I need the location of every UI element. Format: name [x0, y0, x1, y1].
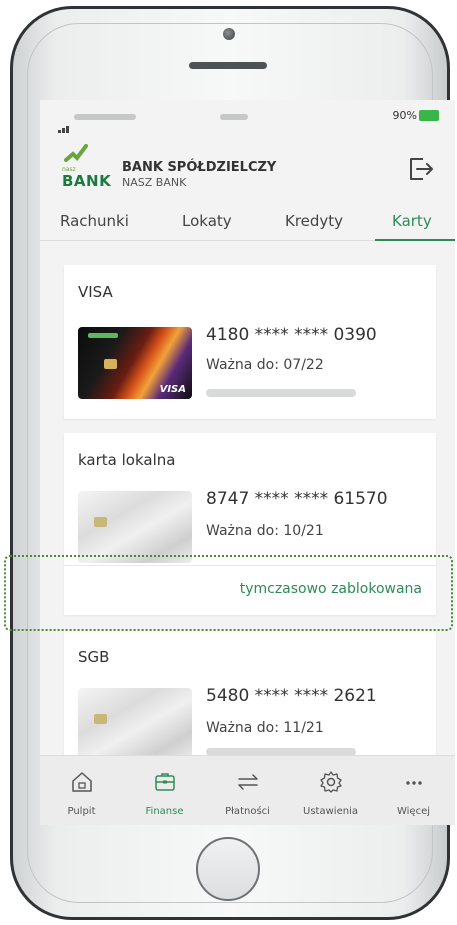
highlight-frame [4, 555, 453, 631]
chip-icon [104, 359, 117, 369]
card-expiry: Ważna do: 07/22 [206, 357, 324, 373]
home-icon [72, 772, 92, 792]
card-number: 4180 **** **** 0390 [206, 325, 377, 345]
bank-logo-icon [64, 144, 88, 162]
card-expiry: Ważna do: 10/21 [206, 523, 324, 539]
transfer-arrows-icon [238, 774, 258, 790]
bank-subtitle: NASZ BANK [122, 176, 187, 189]
nav-pulpit[interactable]: Pulpit [40, 756, 123, 825]
chip-icon [94, 714, 107, 724]
earpiece-speaker [189, 62, 267, 69]
tab-rachunki[interactable]: Rachunki [60, 212, 129, 230]
local-card-image [78, 491, 192, 563]
signal-icon [58, 114, 70, 133]
bank-name: BANK SPÓŁDZIELCZY [122, 160, 277, 175]
nav-ustawienia[interactable]: Ustawienia [289, 756, 372, 825]
clock-blurred [220, 114, 248, 120]
wallet-icon [155, 773, 175, 791]
nav-platnosci[interactable]: Płatności [206, 756, 289, 825]
chip-icon [94, 517, 107, 527]
sgb-card-image [78, 688, 192, 760]
tab-kredyty[interactable]: Kredyty [285, 212, 343, 230]
card-expiry: Ważna do: 11/21 [206, 720, 324, 736]
battery-percent: 90% [392, 109, 417, 122]
product-tabs: Rachunki Lokaty Kredyty Karty [40, 200, 455, 241]
card-item-visa[interactable]: VISA VISA 4180 **** **** 0390 Ważna do: … [64, 265, 436, 419]
visa-card-image: VISA [78, 327, 192, 399]
logo-text: BANK [62, 172, 112, 190]
nav-label: Płatności [225, 806, 270, 817]
nav-label: Finanse [145, 806, 184, 817]
front-camera [223, 28, 235, 40]
card-number: 5480 **** **** 2621 [206, 686, 377, 706]
phone-screen: 90% nasz BANK BANK SPÓŁDZIELCZY NASZ BAN… [40, 100, 455, 825]
card-title: VISA [78, 283, 113, 301]
bottom-navigation: Pulpit Finanse Płatności Ustawienia Więc… [40, 755, 455, 825]
tab-karty[interactable]: Karty [392, 212, 432, 230]
carrier-name-blurred [74, 114, 136, 120]
nav-finanse[interactable]: Finanse [123, 756, 206, 825]
card-title: karta lokalna [78, 451, 176, 469]
card-item-sgb[interactable]: SGB 5480 **** **** 2621 Ważna do: 11/21 [64, 630, 436, 760]
nav-label: Pulpit [67, 806, 96, 817]
visa-logo: VISA [159, 384, 186, 395]
card-title: SGB [78, 648, 110, 666]
battery-icon [419, 110, 439, 121]
nav-label: Ustawienia [303, 806, 358, 817]
logout-icon[interactable] [407, 154, 435, 184]
status-bar: 90% [40, 100, 455, 134]
card-owner-blurred [206, 389, 356, 397]
gear-icon [320, 771, 342, 793]
nav-label: Więcej [396, 806, 431, 817]
card-number: 8747 **** **** 61570 [206, 489, 388, 509]
home-button[interactable] [196, 837, 260, 901]
card-logo-strip [88, 333, 118, 338]
active-tab-indicator [375, 239, 455, 241]
nav-wiecej[interactable]: Więcej [372, 756, 455, 825]
more-dots-icon [406, 781, 422, 785]
tab-lokaty[interactable]: Lokaty [182, 212, 232, 230]
